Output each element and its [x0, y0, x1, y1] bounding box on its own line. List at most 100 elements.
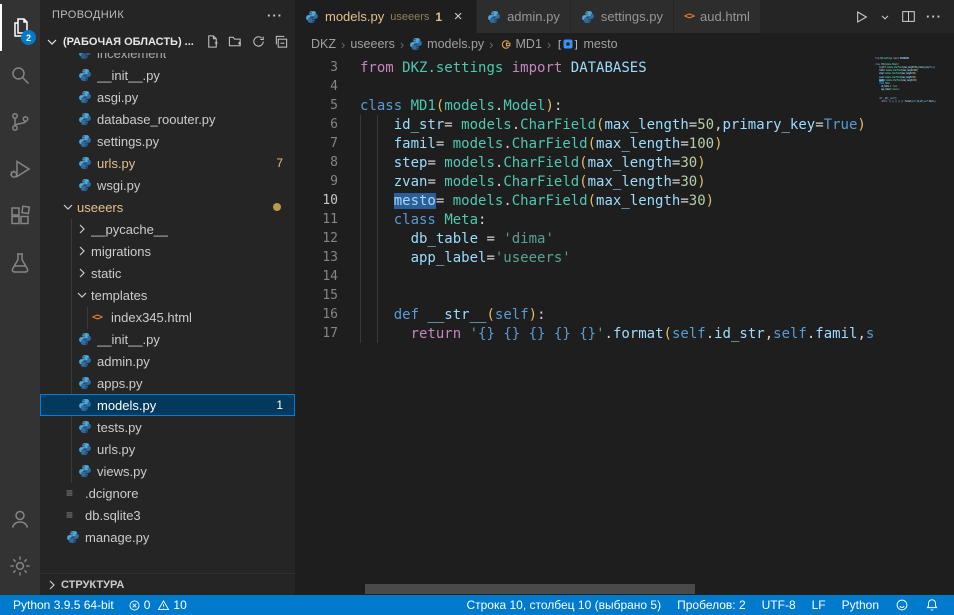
minimap[interactable]: from DKZ.settings import DATABASESclass … — [875, 57, 945, 103]
line-number: 6 — [295, 117, 338, 132]
python-icon — [409, 37, 423, 51]
tree-item-label: settings.py — [97, 134, 159, 149]
tree-item-wsgi-py[interactable]: wsgi.py — [40, 174, 295, 196]
tree-item-label: admin.py — [97, 354, 150, 369]
refresh-icon[interactable] — [251, 34, 266, 49]
tab-admin-py[interactable]: admin.py — [477, 0, 571, 33]
tree-item-migrations[interactable]: migrations — [40, 240, 295, 262]
activity-bar-explorer[interactable]: 2 — [0, 4, 40, 51]
tree-item--pycache-[interactable]: __pycache__ — [40, 218, 295, 240]
line-number: 11 — [295, 212, 338, 227]
tree-item-label: useeers — [77, 200, 123, 215]
status-problems[interactable]: 010 — [123, 595, 192, 615]
tree-item-label: incexlement — [97, 53, 166, 61]
status-feedback[interactable] — [890, 595, 914, 615]
activity-bar-testing[interactable] — [0, 239, 40, 286]
run-icon[interactable] — [853, 9, 869, 25]
tree-item-db-sqlite3[interactable]: ≡db.sqlite3 — [40, 504, 295, 526]
outline-section-header[interactable]: СТРУКТУРА — [40, 573, 295, 595]
tree-item-apps-py[interactable]: apps.py — [40, 372, 295, 394]
activity-bar-search[interactable] — [0, 51, 40, 98]
tree-item-database-roouter-py[interactable]: database_roouter.py — [40, 108, 295, 130]
new-file-icon[interactable] — [205, 34, 220, 49]
horizontal-scrollbar[interactable] — [365, 584, 695, 594]
tree-item-index345-html[interactable]: <>index345.html — [40, 306, 295, 328]
code-line-10: 10 mesto= models.CharField(max_length=30… — [295, 191, 875, 210]
tab-settings-py[interactable]: settings.py — [571, 0, 674, 33]
python-icon — [78, 156, 97, 170]
chevron-right-icon — [74, 243, 91, 259]
tree-item-useeers[interactable]: useeers — [40, 196, 295, 218]
code-line-13: 13 app_label='useeers' — [295, 248, 875, 267]
status-eol[interactable]: LF — [807, 595, 831, 615]
code-line-17: 17 return '{} {} {} {} {}'.format(self.i… — [295, 324, 875, 343]
activity-bar-settings-gear[interactable] — [0, 542, 40, 589]
activity-bar-extensions[interactable] — [0, 192, 40, 239]
symbol-class-icon — [499, 38, 512, 51]
tree-item-settings-py[interactable]: settings.py — [40, 130, 295, 152]
activity-bar-account[interactable] — [0, 495, 40, 542]
activity-bar-run-debug[interactable] — [0, 145, 40, 192]
bell-icon — [925, 598, 939, 612]
breadcrumb-label: DKZ — [311, 37, 336, 51]
python-icon — [78, 90, 97, 104]
collapse-all-icon[interactable] — [274, 34, 289, 49]
status-indentation[interactable]: Пробелов: 2 — [672, 595, 751, 615]
status-language-mode[interactable]: Python — [837, 595, 884, 615]
tab-models-py[interactable]: models.pyuseeers1× — [295, 0, 477, 33]
line-number: 15 — [295, 288, 338, 303]
close-icon[interactable]: × — [450, 8, 466, 25]
run-debug-icon — [8, 157, 32, 181]
tree-item-views-py[interactable]: views.py — [40, 460, 295, 482]
tree-item-urls-py[interactable]: urls.py — [40, 438, 295, 460]
workspace-section-header[interactable]: (РАБОЧАЯ ОБЛАСТЬ) ... — [40, 30, 295, 53]
breadcrumb-dkz[interactable]: DKZ — [311, 37, 336, 51]
code-line-15: 15 — [295, 286, 875, 305]
search-icon — [8, 63, 32, 87]
tree-item-label: static — [91, 266, 121, 281]
breadcrumb-useeers[interactable]: useeers — [350, 37, 394, 51]
tree-item--init-py[interactable]: __init__.py — [40, 328, 295, 350]
line-number: 10 — [295, 193, 338, 208]
status-cursor-position[interactable]: Строка 10, столбец 10 (выбрано 5) — [461, 595, 666, 615]
more-actions-icon[interactable]: ··· — [926, 9, 942, 24]
code-line-6: 6 id_str= models.CharField(max_length=50… — [295, 115, 875, 134]
explorer-title: ПРОВОДНИК — [52, 9, 124, 21]
split-editor-icon[interactable] — [901, 9, 916, 24]
explorer-more-actions-button[interactable]: ··· — [267, 8, 283, 23]
tree-item-static[interactable]: static — [40, 262, 295, 284]
tree-item-label: migrations — [91, 244, 151, 259]
breadcrumb-label: models.py — [427, 37, 484, 51]
tree-item-asgi-py[interactable]: asgi.py — [40, 86, 295, 108]
tab-aud-html[interactable]: <>aud.html — [674, 0, 761, 33]
tree-item--dcignore[interactable]: ≡.dcignore — [40, 482, 295, 504]
python-icon — [78, 464, 97, 478]
breadcrumb-mesto[interactable]: []mesto — [556, 37, 617, 51]
tree-item-admin-py[interactable]: admin.py — [40, 350, 295, 372]
breadcrumb-separator: › — [489, 37, 493, 52]
tree-item-tests-py[interactable]: tests.py — [40, 416, 295, 438]
breadcrumb-md1[interactable]: MD1 — [499, 37, 542, 51]
tree-item-models-py[interactable]: models.py1 — [40, 394, 295, 416]
activity-bar-source-control[interactable] — [0, 98, 40, 145]
python-icon — [305, 10, 319, 24]
tree-item-templates[interactable]: templates — [40, 284, 295, 306]
tree-item-incexlement[interactable]: incexlement — [40, 53, 295, 64]
tree-item-urls-py[interactable]: urls.py7 — [40, 152, 295, 174]
tree-item--init-py[interactable]: __init__.py — [40, 64, 295, 86]
new-folder-icon[interactable] — [228, 34, 243, 49]
breadcrumb-models-py[interactable]: models.py — [409, 37, 484, 51]
python-icon — [66, 530, 85, 544]
breadcrumb-label: MD1 — [516, 37, 542, 51]
status-notifications[interactable] — [920, 595, 944, 615]
explorer-sidebar: ПРОВОДНИК ··· (РАБОЧАЯ ОБЛАСТЬ) ... ince… — [40, 0, 295, 595]
breadcrumb-separator: › — [547, 37, 551, 52]
status-encoding[interactable]: UTF-8 — [757, 595, 801, 615]
status-python-version[interactable]: Python 3.9.5 64-bit — [8, 595, 119, 615]
code-editor[interactable]: 3from DKZ.settings import DATABASES45cla… — [295, 55, 954, 595]
breadcrumbs: DKZ›useeers›models.py›MD1›[]mesto — [295, 33, 954, 55]
run-dropdown-icon[interactable] — [879, 11, 891, 23]
line-number: 7 — [295, 136, 338, 151]
tree-item-manage-py[interactable]: manage.py — [40, 526, 295, 548]
tree-item-label: models.py — [97, 398, 156, 413]
